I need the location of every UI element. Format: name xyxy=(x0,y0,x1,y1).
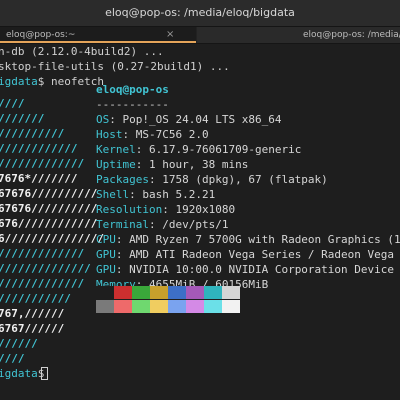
logo-line: ////// xyxy=(0,337,38,350)
logo-line: /////////// xyxy=(0,292,71,305)
palette-swatch xyxy=(132,300,150,313)
info-key: Uptime xyxy=(96,158,136,171)
info-value: MS-7C56 2.0 xyxy=(135,128,209,141)
title-bar[interactable]: eloq@pop-os: /media/eloq/bigdata xyxy=(0,0,400,27)
info-key: Resolution xyxy=(96,203,163,216)
info-value: AMD Ryzen 7 5700G with Radeon Graphics (… xyxy=(129,233,400,246)
tab-label: eloq@pop-os: /media/eloq/bigdata xyxy=(303,30,400,40)
palette-swatch xyxy=(204,286,222,299)
active-tab-indicator xyxy=(0,41,196,43)
text-cursor xyxy=(41,367,48,380)
palette-swatch xyxy=(204,300,222,313)
palette-swatch xyxy=(168,300,186,313)
logo-line: 6/////////////// xyxy=(0,232,104,245)
info-shell: Shell: bash 5.2.21 xyxy=(96,188,216,201)
palette-swatch xyxy=(186,300,204,313)
prompt-path: igdata xyxy=(0,367,38,380)
palette-swatch xyxy=(96,286,114,299)
info-key: GPU xyxy=(96,263,116,276)
info-key: Packages xyxy=(96,173,149,186)
palette-swatch xyxy=(222,286,240,299)
logo-line: ////////////// xyxy=(0,262,91,275)
palette-swatch xyxy=(132,286,150,299)
palette-swatch xyxy=(114,300,132,313)
info-key: GPU xyxy=(96,248,116,261)
palette-swatch xyxy=(168,286,186,299)
palette-swatch xyxy=(150,286,168,299)
info-value: 1 hour, 38 mins xyxy=(149,158,249,171)
info-value: /dev/pts/1 xyxy=(162,218,229,231)
info-os: OS: Pop!_OS 24.04 LTS x86_64 xyxy=(96,113,282,126)
info-uptime: Uptime: 1 hour, 38 mins xyxy=(96,158,249,171)
tab-bigdata[interactable]: eloq@pop-os: /media/eloq/bigdata xyxy=(197,27,400,43)
logo-line: 676//////////// xyxy=(0,217,98,230)
user-host: eloq@pop-os xyxy=(96,83,169,96)
separator: ----------- xyxy=(96,98,169,111)
info-cpu: CPU: AMD Ryzen 7 5700G with Radeon Graph… xyxy=(96,232,400,247)
logo-line: //// xyxy=(0,97,25,110)
info-value: 1920x1080 xyxy=(175,203,236,216)
logo-line: ////////// xyxy=(0,127,65,140)
palette-swatch xyxy=(186,286,204,299)
info-value: AMD ATI Radeon Vega Series / Radeon Vega… xyxy=(129,248,395,261)
info-host: Host: MS-7C56 2.0 xyxy=(96,128,209,141)
logo-line: 67676////////// xyxy=(0,202,98,215)
logo-line: 7676*/////// xyxy=(0,172,78,185)
logo-line: 767,////// xyxy=(0,307,65,320)
logo-line: //////////// xyxy=(0,142,78,155)
palette-swatch xyxy=(114,286,132,299)
prompt-symbol: $ xyxy=(37,75,51,88)
info-terminal: Terminal: /dev/pts/1 xyxy=(96,218,229,231)
logo-line: ///////////// xyxy=(0,277,85,290)
info-key: Host xyxy=(96,128,123,141)
palette-swatch xyxy=(96,300,114,313)
info-key: Shell xyxy=(96,188,130,201)
logo-line: //// xyxy=(0,352,25,365)
output-line: n-db (2.12.0-4build2) ... xyxy=(0,45,164,58)
logo-line: ///////////// xyxy=(0,157,85,170)
tab-bar: eloq@pop-os:~ × eloq@pop-os: /media/eloq… xyxy=(0,27,400,44)
output-line: sktop-file-utils (0.27-2build1) ... xyxy=(0,60,230,73)
info-key: OS xyxy=(96,113,110,126)
info-gpu: GPU: NVIDIA 10:00.0 NVIDIA Corporation D… xyxy=(96,262,400,277)
prompt-path: igdata xyxy=(0,75,38,88)
info-gpu: GPU: AMD ATI Radeon Vega Series / Radeon… xyxy=(96,247,400,262)
info-kernel: Kernel: 6.17.9-76061709-generic xyxy=(96,143,302,156)
palette-swatch xyxy=(150,300,168,313)
window-title: eloq@pop-os: /media/eloq/bigdata xyxy=(105,6,295,19)
palette-swatch xyxy=(222,300,240,313)
info-value: Pop!_OS 24.04 LTS x86_64 xyxy=(122,113,282,126)
info-key: Kernel xyxy=(96,143,136,156)
terminal-window: eloq@pop-os: /media/eloq/bigdata eloq@po… xyxy=(0,0,400,400)
info-value: NVIDIA 10:00.0 NVIDIA Corporation Device… xyxy=(129,263,400,276)
info-value: 1758 (dpkg), 67 (flatpak) xyxy=(162,173,328,186)
logo-line: ///////////// xyxy=(0,247,85,260)
logo-line: 67676////////// xyxy=(0,187,98,200)
tab-home[interactable]: eloq@pop-os:~ × xyxy=(0,27,196,43)
info-value: bash 5.2.21 xyxy=(142,188,216,201)
terminal-output[interactable]: n-db (2.12.0-4build2) ... sktop-file-uti… xyxy=(0,44,400,400)
info-value: 6.17.9-76061709-generic xyxy=(149,143,302,156)
info-key: CPU xyxy=(96,233,116,246)
logo-line: /////// xyxy=(0,112,45,125)
prompt-line: igdata$ neofetch xyxy=(0,74,104,89)
info-packages: Packages: 1758 (dpkg), 67 (flatpak) xyxy=(96,173,328,186)
info-resolution: Resolution: 1920x1080 xyxy=(96,203,236,216)
info-key: Terminal xyxy=(96,218,149,231)
logo-line: 6767////// xyxy=(0,322,65,335)
